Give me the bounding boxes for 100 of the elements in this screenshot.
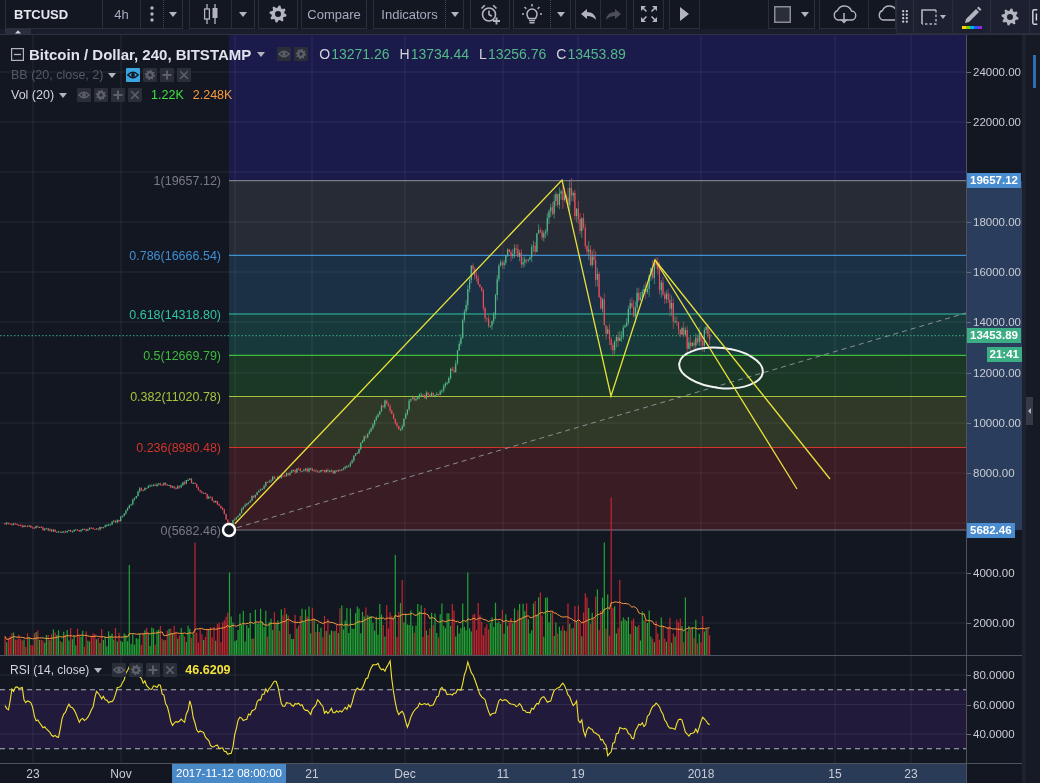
panel-icon <box>1031 7 1040 26</box>
price-axis-label: 18000.00 <box>973 215 1021 229</box>
candlestick-icon <box>202 3 219 25</box>
indicators-button[interactable]: Indicators <box>373 0 445 29</box>
indicator-label[interactable]: RSI (14, close) <box>10 663 90 677</box>
price-axis-label: 2000.00 <box>973 616 1015 630</box>
ohlc-value: 13271.26 <box>331 46 390 62</box>
caret-icon[interactable] <box>801 11 809 17</box>
caret-icon[interactable] <box>450 11 459 17</box>
ideas-button[interactable] <box>513 0 550 29</box>
swatch-button[interactable] <box>768 0 815 29</box>
price-axis-label: 22000.00 <box>973 115 1021 129</box>
settings-icon[interactable] <box>294 47 309 61</box>
ohlc-label: H <box>399 46 410 62</box>
series-title: Bitcoin / Dollar, 240, BITSTAMP <box>29 45 252 63</box>
alert-button[interactable] <box>470 0 510 29</box>
anchor-handle[interactable] <box>221 522 237 538</box>
ohlc-label: C <box>556 46 567 62</box>
caret-icon[interactable] <box>59 92 68 98</box>
close-icon[interactable] <box>128 88 143 102</box>
price-axis-label: 10000.00 <box>973 416 1021 430</box>
ohlc-label: L <box>479 46 487 62</box>
ellipse-marker[interactable] <box>678 346 764 390</box>
settings-icon <box>1000 6 1020 27</box>
panel-button[interactable] <box>1029 0 1040 33</box>
settings-icon[interactable] <box>143 68 158 82</box>
more-icon <box>150 6 154 22</box>
fullscreen-button[interactable] <box>633 0 664 29</box>
eye-icon[interactable] <box>77 88 92 102</box>
compare-button[interactable]: Compare <box>301 0 367 29</box>
grip-icon[interactable] <box>902 10 908 23</box>
dropdown-button[interactable] <box>232 0 255 29</box>
ohlc-value: 13734.44 <box>410 46 470 62</box>
caret-icon[interactable] <box>239 11 247 17</box>
plus-icon[interactable] <box>146 663 161 677</box>
color-swatch-icon <box>774 5 791 23</box>
time-axis-label: 2018 <box>687 767 715 781</box>
interval-button[interactable]: 4h <box>103 0 141 29</box>
rsi-axis-label: 60.0000 <box>973 697 1015 712</box>
indicator-label[interactable]: Vol (20) <box>11 88 55 102</box>
plus-icon[interactable] <box>160 68 175 82</box>
cloud-upload-button[interactable] <box>869 0 896 29</box>
indicator-value: 46.6209 <box>185 663 231 677</box>
symbol-button[interactable]: BTCUSD <box>5 0 103 29</box>
fib-level-label: 1(19657.12) <box>153 174 221 189</box>
settings-icon[interactable] <box>94 88 109 102</box>
fullscreen-icon <box>639 5 658 23</box>
close-icon[interactable] <box>177 68 192 82</box>
projection-line[interactable] <box>654 259 831 480</box>
dropdown-button[interactable] <box>163 0 183 29</box>
eye-icon[interactable] <box>126 68 141 82</box>
caret-icon <box>939 14 946 19</box>
cursor-time-label: 2017-11-12 08:00:00 <box>172 764 286 783</box>
settings-button[interactable] <box>258 0 298 29</box>
fib-level-label: 0.786(16666.54) <box>129 248 221 263</box>
caret-icon[interactable] <box>108 72 117 78</box>
collapse-icon[interactable] <box>11 47 24 61</box>
close-icon[interactable] <box>163 663 178 677</box>
undo-button[interactable] <box>575 0 601 29</box>
fib-level-label: 0.5(12669.79) <box>143 348 221 363</box>
plus-icon[interactable] <box>111 88 126 102</box>
settings-icon <box>268 4 288 24</box>
lightbulb-icon <box>521 3 543 25</box>
dashed-rectangle-icon <box>920 8 937 25</box>
play-button[interactable] <box>669 0 700 29</box>
pattern-line[interactable] <box>234 178 798 525</box>
rsi-axis-label: 40.0000 <box>973 727 1015 741</box>
price-axis-label: 16000.00 <box>973 265 1021 279</box>
ohlc-value: 13453.89 <box>567 46 626 62</box>
chart-type-button[interactable] <box>189 0 232 29</box>
price-badge: 13453.89 <box>967 328 1021 344</box>
time-axis-label: 23 <box>904 767 918 781</box>
price-badge: 19657.12 <box>967 173 1021 189</box>
eye-icon[interactable] <box>112 663 127 677</box>
collapse-handle-icon[interactable] <box>1026 397 1033 425</box>
rsi-axis-label: 80.0000 <box>973 668 1015 682</box>
price-axis-label: 12000.00 <box>973 366 1021 380</box>
cloud-download-button[interactable] <box>819 0 869 29</box>
play-icon <box>680 7 689 21</box>
time-axis-label: 11 <box>496 767 510 781</box>
dropdown-button[interactable] <box>550 0 571 29</box>
time-axis-label: 23 <box>26 767 40 781</box>
price-axis-label: 4000.00 <box>973 566 1015 580</box>
caret-icon[interactable] <box>556 11 565 17</box>
indicator-value: 1.22K <box>151 88 184 102</box>
caret-icon[interactable] <box>257 51 266 57</box>
fib-level-label: 0.382(11020.78) <box>130 390 221 404</box>
price-axis-label: 24000.00 <box>973 65 1021 79</box>
caret-icon[interactable] <box>169 11 177 17</box>
time-axis-label: 15 <box>828 767 842 781</box>
time-axis-label: Nov <box>110 767 132 781</box>
time-axis-label: 21 <box>305 767 319 781</box>
settings-icon[interactable] <box>129 663 144 677</box>
scroll-thumb[interactable] <box>1033 55 1036 88</box>
caret-icon[interactable] <box>94 667 103 673</box>
countdown-badge: 21:41 <box>986 347 1022 362</box>
dropdown-button[interactable] <box>445 0 464 29</box>
price-axis-label: 14000.00 <box>973 315 1021 329</box>
time-axis-label: Dec <box>394 767 416 781</box>
ohlc-value: 13256.76 <box>487 46 547 62</box>
